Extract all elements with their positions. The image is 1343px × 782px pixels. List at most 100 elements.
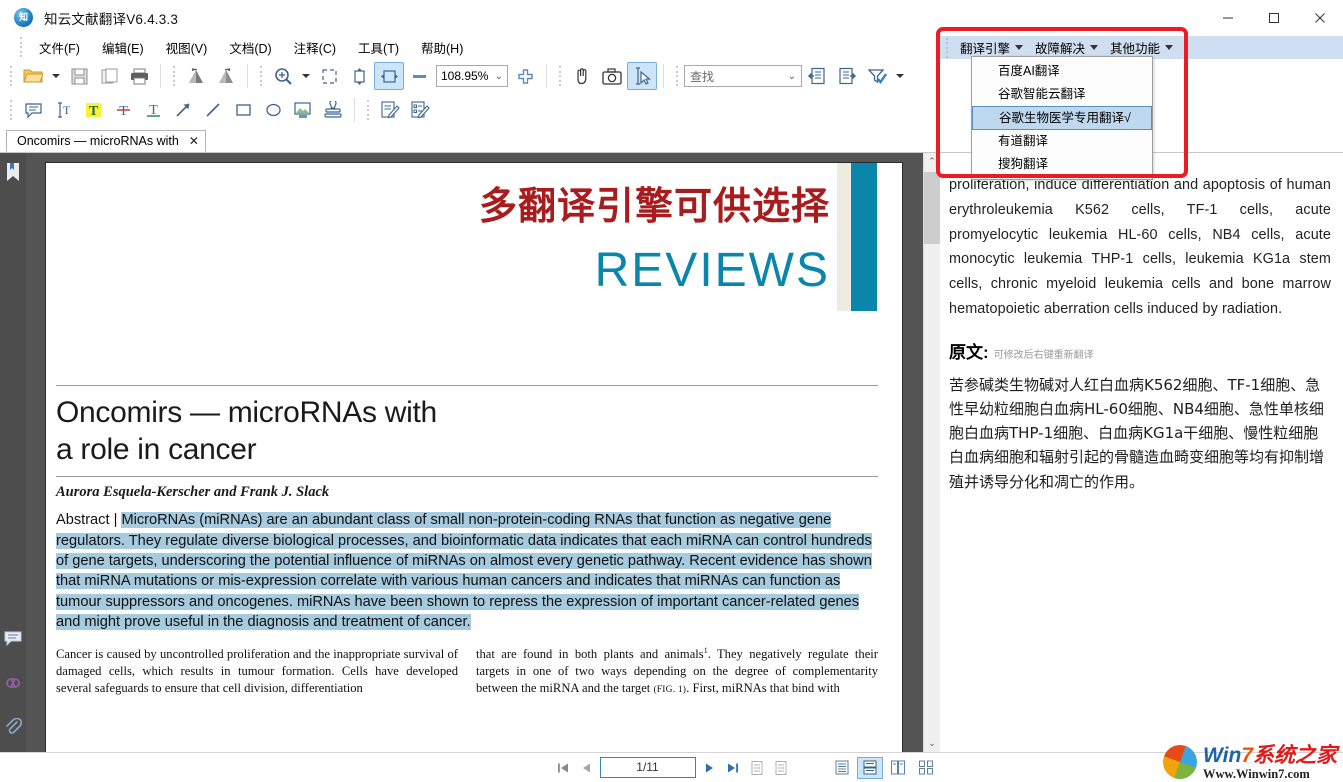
rotate-right-icon[interactable]: [211, 62, 241, 90]
menu-other-functions[interactable]: 其他功能: [1104, 37, 1179, 58]
next-view-icon[interactable]: [832, 62, 862, 90]
translate-toolbar-grip: [944, 37, 950, 58]
menu-file[interactable]: 文件(F): [28, 36, 91, 59]
dropdown-item-sogou[interactable]: 搜狗翻译: [972, 153, 1152, 176]
filter-icon[interactable]: [862, 62, 892, 90]
print-icon[interactable]: [124, 62, 154, 90]
dropdown-item-baidu[interactable]: 百度AI翻译: [972, 60, 1152, 83]
fit-height-icon[interactable]: [344, 62, 374, 90]
status-bar: 1/11 Win7系统之家 Www.Winwin7.com: [0, 745, 1343, 782]
viewer-vertical-scrollbar[interactable]: ⌃ ⌄: [923, 153, 940, 752]
continuous-page-icon[interactable]: [857, 756, 883, 779]
rectangle-icon[interactable]: [228, 96, 258, 124]
paper-title: Oncomirs — microRNAs with a role in canc…: [56, 396, 437, 466]
form-icon[interactable]: [405, 96, 435, 124]
translate-engine-dropdown: 百度AI翻译 谷歌智能云翻译 谷歌生物医学专用翻译√ 有道翻译 搜狗翻译: [971, 56, 1153, 180]
pdf-viewer[interactable]: 多翻译引擎可供选择 REVIEWS Oncomirs — microRNAs w…: [26, 153, 940, 752]
save-copy-icon[interactable]: [94, 62, 124, 90]
line-icon[interactable]: [198, 96, 228, 124]
close-icon[interactable]: ✕: [189, 134, 199, 148]
menu-translate-engine-label: 翻译引擎: [960, 42, 1011, 56]
snapshot-icon[interactable]: [597, 62, 627, 90]
bookmark-icon[interactable]: [2, 161, 24, 183]
menu-troubleshoot-label: 故障解决: [1035, 42, 1086, 56]
minimize-button[interactable]: [1205, 0, 1251, 35]
fit-page-icon[interactable]: [314, 62, 344, 90]
zoom-icon[interactable]: [268, 62, 298, 90]
toolbar-grip-3: [258, 66, 264, 86]
scroll-up-icon[interactable]: ⌃: [924, 153, 940, 170]
hand-tool-icon[interactable]: [567, 62, 597, 90]
highlight-icon[interactable]: T: [78, 96, 108, 124]
dropdown-item-google-cloud[interactable]: 谷歌智能云翻译: [972, 83, 1152, 106]
previous-page-button[interactable]: [576, 757, 598, 779]
svg-text:T: T: [119, 104, 128, 119]
banner-reviews-label: REVIEWS: [594, 244, 830, 297]
page-cream-bar: [837, 163, 851, 311]
zoom-in-icon[interactable]: [510, 62, 540, 90]
attachment-icon[interactable]: [2, 716, 24, 738]
next-page-button[interactable]: [698, 757, 720, 779]
zoom-out-icon[interactable]: [404, 62, 434, 90]
toolbar-grip-6: [8, 100, 14, 120]
select-text-icon[interactable]: [627, 62, 657, 90]
scroll-down-icon[interactable]: ⌄: [924, 735, 940, 752]
strikeout-icon[interactable]: T: [108, 96, 138, 124]
menu-help[interactable]: 帮助(H): [410, 36, 474, 59]
signature-icon[interactable]: [2, 672, 24, 694]
chevron-down-icon[interactable]: ⌄: [495, 71, 503, 82]
paper-abstract: Abstract | MicroRNAs (miRNAs) are an abu…: [56, 510, 878, 632]
chevron-down-icon[interactable]: ⌄: [788, 71, 796, 82]
title-bar: 知 知云文献翻译V6.4.3.3: [0, 0, 1343, 35]
zoom-level-input[interactable]: 108.95% ⌄: [436, 65, 508, 87]
image-stamp-icon[interactable]: [288, 96, 318, 124]
open-folder-icon[interactable]: [18, 62, 48, 90]
menu-tools[interactable]: 工具(T): [347, 36, 410, 59]
scrollbar-thumb[interactable]: [924, 172, 940, 244]
page-number-input[interactable]: 1/11: [599, 757, 696, 778]
menu-edit[interactable]: 编辑(E): [91, 36, 155, 59]
insert-page-before-icon[interactable]: [746, 757, 768, 779]
first-page-button[interactable]: [552, 757, 574, 779]
sign-icon[interactable]: [375, 96, 405, 124]
arrow-icon[interactable]: [168, 96, 198, 124]
open-dropdown-icon[interactable]: [48, 62, 64, 90]
menu-comment[interactable]: 注释(C): [283, 36, 347, 59]
page-teal-bar: [851, 163, 877, 311]
previous-view-icon[interactable]: [802, 62, 832, 90]
menu-document[interactable]: 文档(D): [218, 36, 282, 59]
menu-view[interactable]: 视图(V): [155, 36, 219, 59]
document-tab[interactable]: Oncomirs — microRNAs with ✕: [6, 130, 206, 152]
rotate-left-icon[interactable]: [181, 62, 211, 90]
maximize-button[interactable]: [1251, 0, 1297, 35]
single-page-icon[interactable]: [829, 757, 855, 779]
save-icon[interactable]: [64, 62, 94, 90]
fit-width-icon[interactable]: [374, 62, 404, 90]
menu-troubleshoot[interactable]: 故障解决: [1029, 37, 1104, 58]
search-input[interactable]: 查找 ⌄: [684, 65, 802, 87]
filter-dropdown-icon[interactable]: [892, 62, 908, 90]
translation-english-text[interactable]: proliferation, induce differentiation an…: [949, 173, 1331, 322]
stamp-icon[interactable]: [318, 96, 348, 124]
close-button[interactable]: [1297, 0, 1343, 35]
dropdown-item-youdao[interactable]: 有道翻译: [972, 130, 1152, 153]
ellipse-icon[interactable]: [258, 96, 288, 124]
watermark-win: Win: [1203, 743, 1242, 767]
insert-page-after-icon[interactable]: [770, 757, 792, 779]
svg-text:T: T: [63, 103, 71, 117]
zoom-dropdown-icon[interactable]: [298, 62, 314, 90]
text-select-icon[interactable]: T: [48, 96, 78, 124]
source-text-label: 原文:: [949, 342, 989, 362]
chevron-down-icon: [1090, 45, 1099, 50]
toolbar-grip-4: [557, 66, 563, 86]
dropdown-item-google-biomedical[interactable]: 谷歌生物医学专用翻译√: [972, 106, 1152, 130]
underline-icon[interactable]: T: [138, 96, 168, 124]
note-icon[interactable]: [18, 96, 48, 124]
window-title: 知云文献翻译V6.4.3.3: [44, 11, 179, 27]
translation-chinese-text[interactable]: 苦参碱类生物碱对人红白血病K562细胞、TF-1细胞、急性早幼粒细胞白血病HL-…: [949, 373, 1331, 494]
two-page-icon[interactable]: [885, 757, 911, 779]
comment-icon[interactable]: [2, 628, 24, 650]
last-page-button[interactable]: [722, 757, 744, 779]
two-page-cover-icon[interactable]: [913, 757, 939, 779]
menu-translate-engine[interactable]: 翻译引擎: [954, 37, 1029, 58]
